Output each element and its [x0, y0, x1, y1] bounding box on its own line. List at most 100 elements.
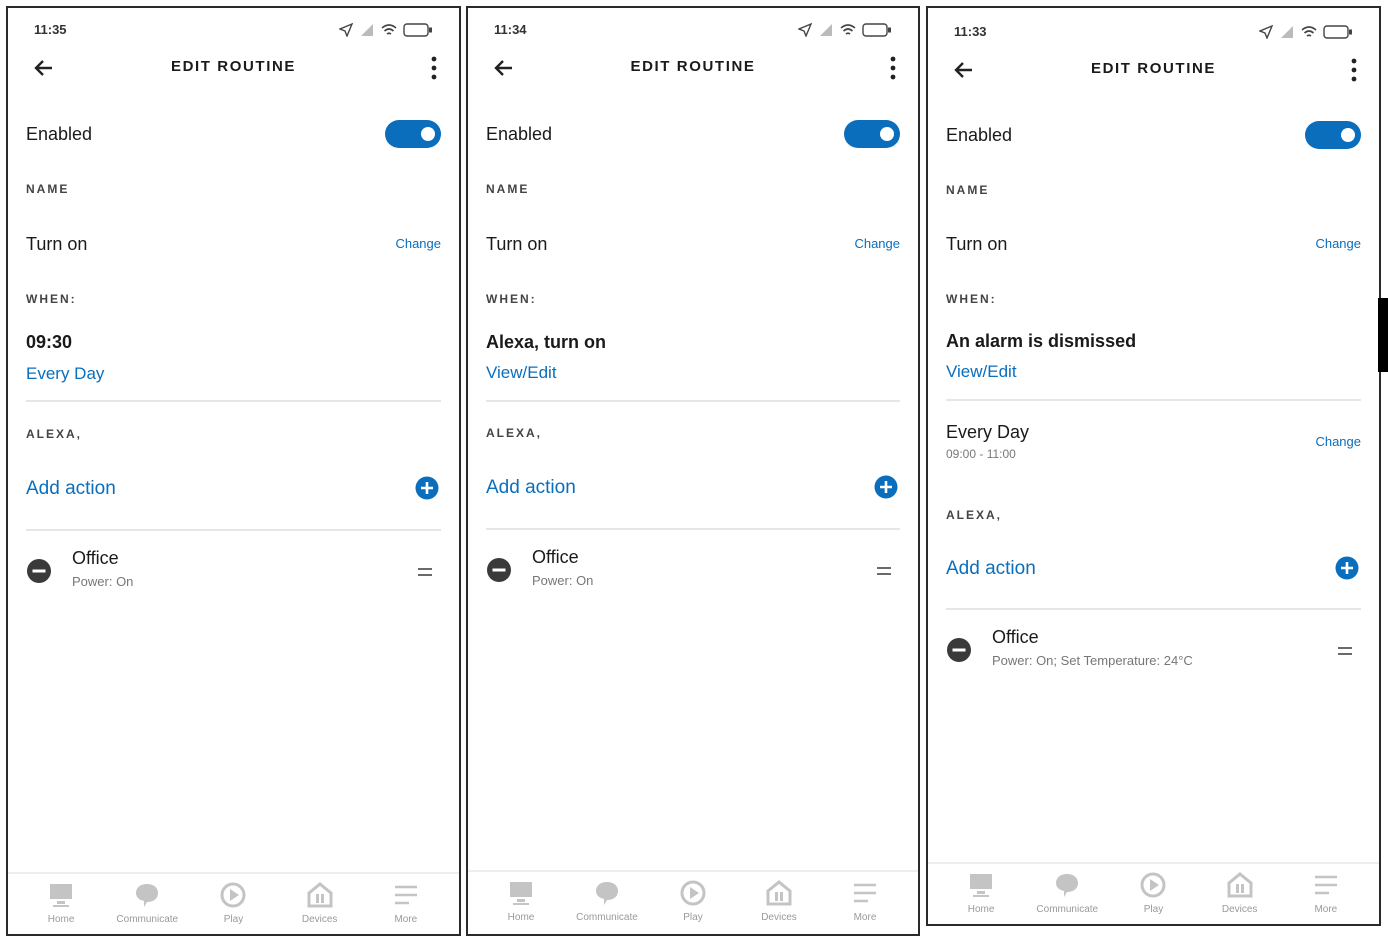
- nav-more[interactable]: More: [1286, 864, 1366, 915]
- home-icon: [970, 874, 993, 897]
- alexa-section-label: ALEXA,: [946, 508, 1003, 522]
- phone-screen-3: 11:33 EDIT ROUTINE Enabled NAME Turn on …: [926, 6, 1381, 926]
- nav-devices[interactable]: Devices: [739, 872, 819, 923]
- add-circle-icon[interactable]: [874, 475, 898, 499]
- menu-lines-icon: [394, 885, 417, 905]
- nav-label: Home: [507, 912, 535, 923]
- home-icon: [510, 882, 532, 905]
- trigger-link[interactable]: View/Edit: [486, 363, 557, 383]
- add-circle-icon[interactable]: [415, 476, 439, 500]
- bottom-nav: Home Communicate Play Devices More: [928, 862, 1379, 922]
- nav-more[interactable]: More: [366, 874, 446, 925]
- add-action-link[interactable]: Add action: [486, 477, 576, 499]
- drag-handle-icon[interactable]: [1337, 645, 1353, 657]
- nav-more[interactable]: More: [825, 872, 905, 923]
- nav-label: Play: [1143, 904, 1164, 915]
- name-section-label: NAME: [26, 182, 70, 196]
- add-action-link[interactable]: Add action: [946, 558, 1036, 580]
- divider: [486, 400, 900, 402]
- play-icon: [680, 880, 706, 906]
- wifi-icon: [381, 24, 397, 35]
- chat-bubble-icon: [596, 882, 618, 905]
- add-circle-icon[interactable]: [1335, 556, 1359, 580]
- when-section-label: WHEN:: [486, 292, 537, 306]
- change-schedule-link[interactable]: Change: [1315, 434, 1361, 449]
- nav-label: Devices: [301, 914, 338, 925]
- phone-screen-1: 11:35 EDIT ROUTINE Enabled NAME Turn on …: [6, 6, 461, 936]
- enabled-toggle[interactable]: [844, 120, 900, 148]
- nav-home[interactable]: Home: [481, 872, 561, 923]
- bottom-nav: Home Communicate Play Devices More: [8, 872, 459, 932]
- nav-label: Devices: [1221, 904, 1258, 915]
- signal-icon: [820, 24, 832, 36]
- trigger-title: Alexa, turn on: [486, 332, 607, 352]
- remove-circle-icon[interactable]: [486, 557, 512, 583]
- nav-label: Devices: [761, 912, 797, 923]
- routine-name: Turn on: [26, 234, 88, 254]
- enabled-toggle[interactable]: [1305, 121, 1361, 149]
- app-bar: EDIT ROUTINE: [928, 50, 1379, 90]
- enabled-label: Enabled: [26, 124, 93, 144]
- remove-circle-icon[interactable]: [946, 637, 972, 663]
- nav-play[interactable]: Play: [653, 872, 733, 923]
- play-icon: [1140, 872, 1166, 898]
- add-action-link[interactable]: Add action: [26, 478, 116, 500]
- change-name-link[interactable]: Change: [1315, 236, 1361, 251]
- drag-handle-icon[interactable]: [876, 565, 892, 577]
- divider: [946, 608, 1361, 610]
- action-detail: Power: On: [72, 574, 134, 589]
- nav-communicate[interactable]: Communicate: [1027, 864, 1107, 915]
- trigger-link[interactable]: Every Day: [26, 364, 104, 384]
- trigger-link[interactable]: View/Edit: [946, 362, 1017, 382]
- trigger-title: 09:30: [26, 332, 73, 352]
- nav-home[interactable]: Home: [21, 874, 101, 925]
- page-title: EDIT ROUTINE: [170, 58, 297, 75]
- app-bar: EDIT ROUTINE: [8, 48, 459, 88]
- remove-circle-icon[interactable]: [26, 558, 52, 584]
- status-bar: 11:33: [954, 24, 1353, 42]
- nav-label: More: [394, 914, 418, 925]
- app-bar: EDIT ROUTINE: [468, 48, 918, 88]
- enabled-toggle[interactable]: [385, 120, 441, 148]
- battery-icon: [1323, 25, 1352, 39]
- phone-screen-2: 11:34 EDIT ROUTINE Enabled NAME Turn on …: [466, 6, 920, 936]
- nav-communicate[interactable]: Communicate: [567, 872, 647, 923]
- more-options-icon[interactable]: [429, 54, 439, 82]
- status-icons: [1259, 25, 1353, 39]
- action-title: Office: [532, 547, 579, 567]
- nav-label: Home: [47, 914, 75, 925]
- divider: [26, 400, 441, 402]
- nav-home[interactable]: Home: [941, 864, 1021, 915]
- devices-house-icon: [766, 880, 792, 906]
- home-icon: [50, 884, 73, 907]
- wifi-icon: [1301, 26, 1317, 37]
- change-name-link[interactable]: Change: [395, 236, 441, 251]
- schedule-title: Every Day: [946, 422, 1030, 442]
- toggle-knob: [880, 127, 894, 141]
- nav-devices[interactable]: Devices: [280, 874, 360, 925]
- when-section-label: WHEN:: [26, 292, 77, 306]
- nav-devices[interactable]: Devices: [1200, 864, 1280, 915]
- location-icon: [339, 23, 353, 37]
- nav-play[interactable]: Play: [193, 874, 273, 925]
- alexa-section-label: ALEXA,: [486, 426, 543, 440]
- menu-lines-icon: [1314, 875, 1337, 895]
- change-name-link[interactable]: Change: [854, 236, 900, 251]
- nav-label: Home: [967, 904, 995, 915]
- action-title: Office: [992, 627, 1039, 647]
- nav-label: More: [1314, 904, 1338, 915]
- routine-name: Turn on: [946, 234, 1008, 254]
- more-options-icon[interactable]: [888, 54, 898, 82]
- more-options-icon[interactable]: [1349, 56, 1359, 84]
- status-bar: 11:34: [494, 22, 892, 40]
- divider: [946, 399, 1361, 401]
- status-icons: [339, 23, 433, 37]
- drag-handle-icon[interactable]: [417, 566, 433, 578]
- nav-communicate[interactable]: Communicate: [107, 874, 187, 925]
- alexa-section-label: ALEXA,: [26, 427, 83, 441]
- name-section-label: NAME: [946, 183, 990, 197]
- wifi-icon: [840, 24, 856, 35]
- nav-label: Play: [223, 914, 244, 925]
- status-bar: 11:35: [34, 22, 433, 40]
- nav-play[interactable]: Play: [1113, 864, 1193, 915]
